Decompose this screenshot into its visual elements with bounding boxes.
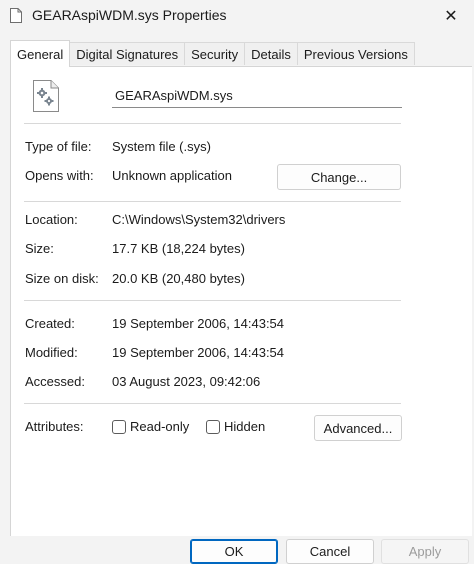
- title-bar: GEARAspiWDM.sys Properties ✕: [0, 0, 474, 32]
- divider: [24, 201, 401, 202]
- read-only-checkbox[interactable]: Read-only: [112, 419, 189, 434]
- opens-with-label: Opens with:: [25, 168, 94, 183]
- tab-security[interactable]: Security: [184, 42, 246, 65]
- location-value: C:\Windows\System32\drivers: [112, 212, 286, 227]
- close-icon: ✕: [444, 8, 458, 25]
- close-button[interactable]: ✕: [428, 0, 474, 32]
- hidden-checkbox[interactable]: Hidden: [206, 419, 265, 434]
- change-button[interactable]: Change...: [277, 164, 401, 190]
- file-icon: [10, 8, 22, 23]
- accessed-value: 03 August 2023, 09:42:06: [112, 374, 261, 389]
- created-value: 19 September 2006, 14:43:54: [112, 316, 285, 331]
- cancel-button[interactable]: Cancel: [286, 539, 374, 564]
- tab-details[interactable]: Details: [244, 42, 298, 65]
- system-file-gear-icon: [33, 80, 59, 112]
- file-name-field[interactable]: [112, 84, 402, 108]
- read-only-checkbox-box[interactable]: [112, 419, 126, 434]
- tab-bar: General Digital Signatures Security Deta…: [10, 40, 415, 67]
- type-of-file-label: Type of file:: [25, 139, 92, 154]
- window-title: GEARAspiWDM.sys Properties: [32, 7, 227, 23]
- type-of-file-value: System file (.sys): [112, 139, 211, 154]
- advanced-button[interactable]: Advanced...: [314, 415, 402, 441]
- size-on-disk-value: 20.0 KB (20,480 bytes): [112, 271, 245, 286]
- size-label: Size:: [25, 241, 54, 256]
- tab-previous-versions[interactable]: Previous Versions: [296, 42, 415, 65]
- modified-label: Modified:: [25, 345, 78, 360]
- hidden-label: Hidden: [224, 419, 266, 434]
- divider: [24, 403, 401, 404]
- read-only-label: Read-only: [130, 419, 190, 434]
- divider: [24, 123, 401, 124]
- attributes-label: Attributes:: [25, 419, 84, 434]
- location-label: Location:: [25, 212, 78, 227]
- opens-with-value: Unknown application: [112, 168, 232, 183]
- tab-digital-signatures[interactable]: Digital Signatures: [69, 42, 186, 65]
- modified-value: 19 September 2006, 14:43:54: [112, 345, 285, 360]
- size-value: 17.7 KB (18,224 bytes): [112, 241, 245, 256]
- accessed-label: Accessed:: [25, 374, 85, 389]
- tab-general[interactable]: General: [10, 40, 71, 67]
- size-on-disk-label: Size on disk:: [25, 271, 99, 286]
- ok-button[interactable]: OK: [190, 539, 278, 564]
- apply-button[interactable]: Apply: [381, 539, 469, 564]
- created-label: Created:: [25, 316, 75, 331]
- general-panel: [10, 66, 472, 536]
- divider: [24, 300, 401, 301]
- hidden-checkbox-box[interactable]: [206, 419, 220, 434]
